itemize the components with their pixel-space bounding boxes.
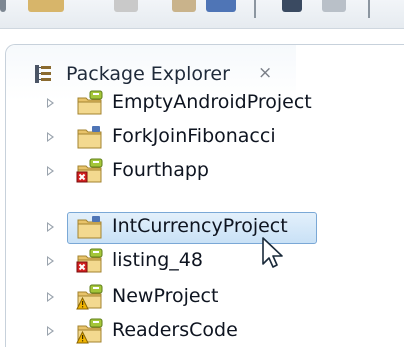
tree-item-selected[interactable]: IntCurrencyProject — [0, 210, 380, 244]
android-project-warning-icon — [76, 318, 104, 344]
tree-item-label: EmptyAndroidProject — [112, 91, 312, 113]
android-project-warning-icon — [76, 284, 104, 310]
toolbar-button-5[interactable] — [206, 0, 236, 12]
tree-item[interactable]: ForkJoinFibonacci — [0, 120, 380, 154]
expand-arrow-icon[interactable] — [47, 292, 54, 302]
tree-item-label: Fourthapp — [112, 159, 209, 181]
expand-arrow-icon[interactable] — [47, 132, 54, 142]
toolbar-separator — [254, 0, 256, 18]
toolbar-button-1[interactable] — [0, 0, 6, 12]
android-project-error-icon — [76, 158, 104, 184]
tree-item[interactable]: ReadersCode — [0, 314, 380, 347]
android-project-icon — [76, 90, 104, 116]
expand-arrow-icon[interactable] — [47, 222, 54, 232]
tree-item-label: NewProject — [112, 285, 219, 307]
tree-item[interactable]: NewProject — [0, 280, 380, 314]
toolbar-button-4[interactable] — [172, 0, 196, 12]
tree-item[interactable]: EmptyAndroidProject — [0, 86, 380, 120]
view-title: Package Explorer — [66, 63, 230, 85]
toolbar-separator — [368, 0, 370, 18]
tree-item-label: listing_48 — [112, 249, 203, 271]
java-project-icon — [76, 214, 104, 240]
toolbar-button-7[interactable] — [322, 0, 346, 12]
android-project-error-icon — [76, 248, 104, 274]
java-project-icon — [76, 124, 104, 150]
expand-arrow-icon[interactable] — [47, 256, 54, 266]
tree-item-label: ReadersCode — [112, 319, 238, 341]
eclipse-window: Package Explorer ⨯ EmptyAndroidProject F… — [0, 0, 404, 347]
expand-arrow-icon[interactable] — [47, 326, 54, 336]
close-icon[interactable]: ⨯ — [258, 63, 272, 83]
toolbar-button-6[interactable] — [282, 0, 302, 12]
mouse-pointer-icon — [261, 236, 291, 270]
tree-item-label: IntCurrencyProject — [112, 215, 288, 237]
tree-item[interactable]: listing_48 — [0, 244, 380, 278]
expand-arrow-icon[interactable] — [47, 166, 54, 176]
tree-item-label: ForkJoinFibonacci — [112, 125, 276, 147]
toolbar-button-3[interactable] — [114, 0, 138, 12]
main-toolbar — [0, 0, 404, 29]
package-explorer-icon — [34, 64, 54, 84]
toolbar-button-2[interactable] — [28, 0, 64, 12]
expand-arrow-icon[interactable] — [47, 98, 54, 108]
tree-item[interactable]: Fourthapp — [0, 154, 380, 188]
